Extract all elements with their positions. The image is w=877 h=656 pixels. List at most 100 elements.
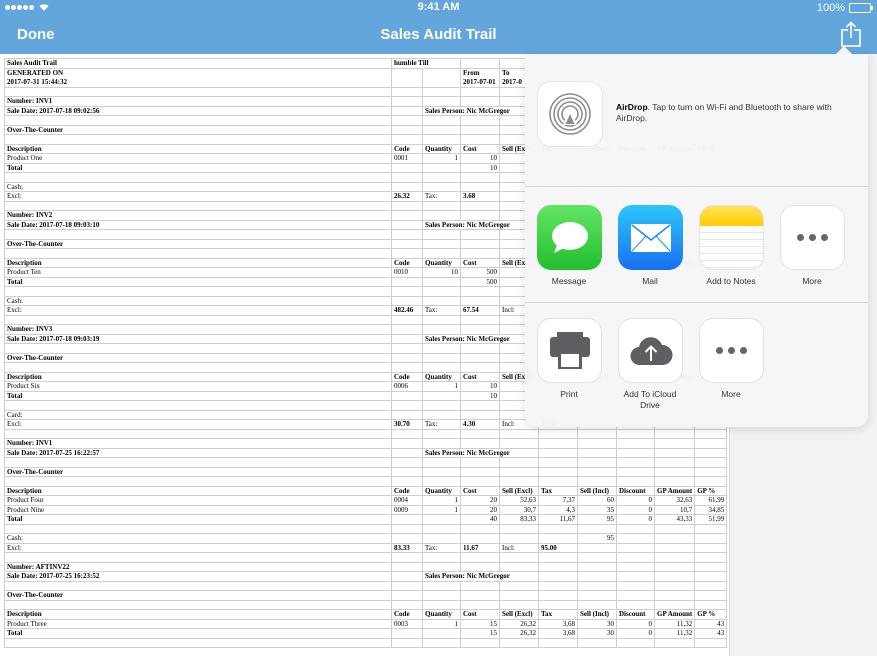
report-cell [4,637,392,648]
more-icon[interactable] [699,318,764,383]
sale-date: Sale Date: 2017-07-25 16:22:57 [4,447,392,458]
report-cell [460,343,500,354]
total-row: Total 15 26,32 3,68 30 0 11,32 43 [4,628,728,639]
column-header: Quantity [422,485,461,496]
report-cell [422,533,461,544]
report-cell [422,343,461,354]
report-cell [577,561,617,572]
column-header: GP % [694,609,728,620]
notes-icon[interactable] [699,205,764,270]
item-description: Product Six [4,381,392,392]
report-cell [4,457,392,468]
invoice-number: Number: INV2 [4,210,392,221]
share-action-print[interactable]: Print [537,318,618,427]
report-cell [577,599,617,610]
total-gp-amount: 11,32 [653,628,696,639]
report-cell [460,96,500,107]
item-code: 0004 [391,495,423,506]
spacer-row [4,637,728,648]
report-cell [538,571,578,582]
report-cell [4,476,392,487]
status-time: 9:41 AM [417,1,460,13]
total-tax: 11,67 [538,514,578,525]
report-cell [499,457,539,468]
report-cell [422,200,461,211]
report-cell [694,571,728,582]
report-cell [4,400,392,411]
report-cell [653,438,696,449]
report-cell [616,552,655,563]
share-action-icloud-drive[interactable]: Add To iCloud Drive [618,318,699,427]
report-cell [391,457,423,468]
report-cell [4,86,392,97]
report-cell [694,523,728,534]
report-cell [391,162,423,173]
report-cell [499,561,539,572]
report-cell [4,428,392,439]
report-cell [577,466,617,477]
report-cell [653,447,696,458]
report-cell [538,447,578,458]
report-cell [391,552,423,563]
report-cell [460,124,500,135]
column-header: Cost [460,485,500,496]
column-header: Description [4,485,392,496]
item-description: Product Nine [4,504,392,515]
report-cell [538,590,578,601]
report-cell [616,637,655,648]
printer-icon[interactable] [537,318,602,383]
airdrop-icon[interactable] [537,81,603,147]
column-header: Quantity [422,371,461,382]
item-quantity: 10 [422,267,461,278]
mail-icon[interactable] [618,205,683,270]
airdrop-section[interactable]: AirDrop. Tap to turn on Wi-Fi and Blueto… [525,54,868,187]
share-icon[interactable] [839,21,863,47]
column-header: Code [391,485,423,496]
report-cell [4,200,392,211]
report-cell [460,248,500,259]
payment-method: Cash: [4,181,392,192]
share-action-more[interactable]: More [699,318,780,427]
share-app-notes[interactable]: Add to Notes [699,205,780,302]
total-label: Total [4,276,392,287]
report-cell [538,580,578,591]
payment-method: Cash: [4,533,392,544]
report-cell [577,476,617,487]
report-cell [616,599,655,610]
icloud-upload-icon[interactable] [618,318,683,383]
report-cell [577,457,617,468]
report-cell [577,428,617,439]
column-header: Discount [616,609,655,620]
report-cell [4,172,392,183]
report-row: Number: INV1 [4,438,728,449]
message-icon[interactable] [537,205,602,270]
invoice-number: Number: INV1 [4,96,392,107]
report-cell [422,134,461,145]
more-icon[interactable] [780,205,845,270]
screen: 9:41 AM 100% Done Sales Audit Trail Sale… [0,0,877,656]
total-cost: 500 [460,276,500,287]
total-gp-amount: 43,33 [653,514,696,525]
report-cell [538,476,578,487]
share-app-message[interactable]: Message [537,205,618,302]
report-cell [460,229,500,240]
table-row: Product Three 0003 1 15 26,32 3,68 30 0 11,32 43 [4,618,728,629]
airdrop-description: AirDrop. Tap to turn on Wi-Fi and Blueto… [616,102,861,124]
report-cell [460,324,500,335]
total-cost: 10 [460,162,500,173]
report-cell [391,67,423,88]
total-sell-excl: 83,33 [499,514,539,525]
column-header: Cost [460,371,500,382]
report-cell [616,561,655,572]
share-app-mail[interactable]: Mail [618,205,699,302]
report-cell [616,447,655,458]
item-description: Product Ten [4,267,392,278]
report-cell [499,552,539,563]
excl-value: 83.33 [391,542,423,553]
total-gp-pct: 51,99 [694,514,728,525]
report-cell [422,523,461,534]
share-app-more[interactable]: More [780,205,861,302]
column-header: Description [4,371,392,382]
item-tax: 7,37 [538,495,578,506]
report-cell [4,286,392,297]
